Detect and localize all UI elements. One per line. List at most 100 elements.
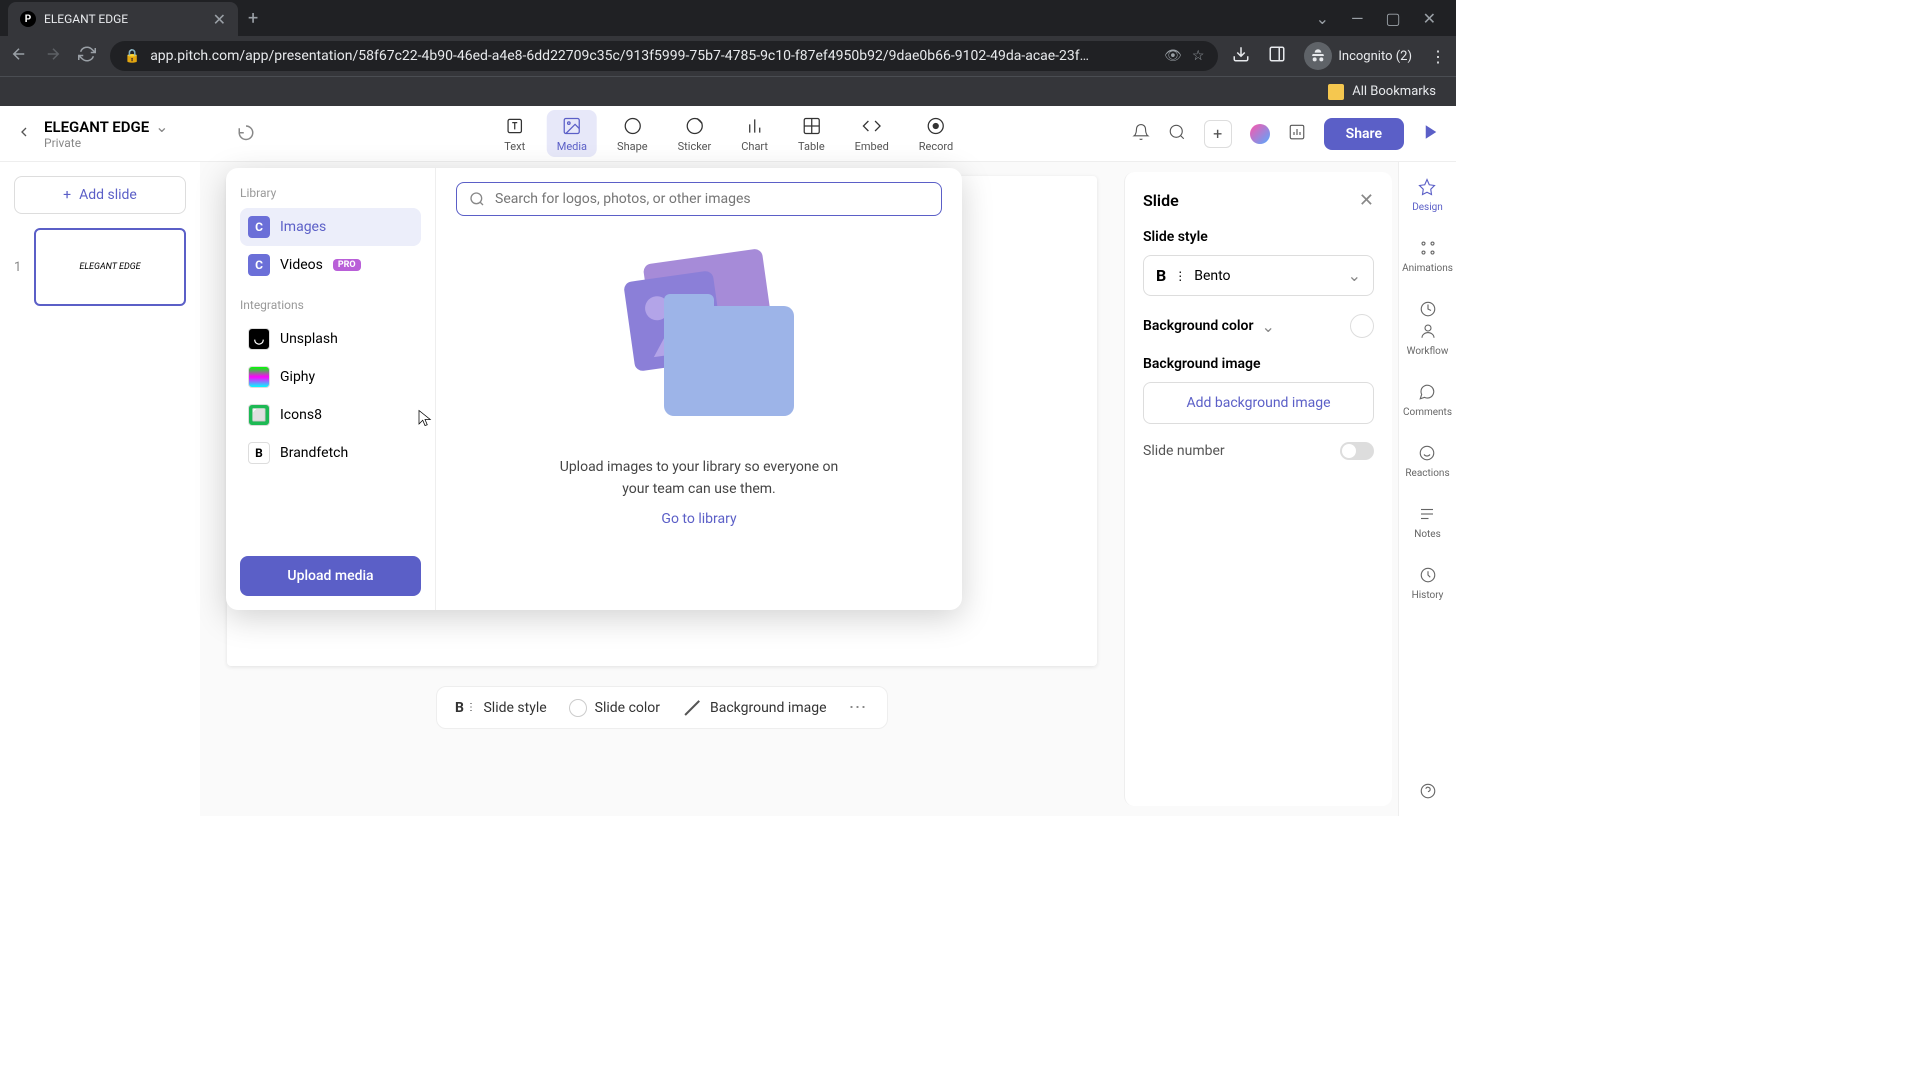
eye-off-icon[interactable]: 👁: [1164, 48, 1182, 64]
bg-color-section[interactable]: Background color ⌄: [1143, 314, 1374, 338]
bottom-slide-style[interactable]: B⋮ Slide style: [455, 698, 546, 718]
go-to-library-link[interactable]: Go to library: [661, 511, 736, 527]
window-minimize-icon[interactable]: —: [1351, 9, 1364, 28]
library-section-label: Library: [240, 186, 421, 200]
side-panel-icon[interactable]: [1268, 45, 1286, 67]
tool-sticker[interactable]: Sticker: [668, 110, 722, 157]
rail-design-label: Design: [1412, 202, 1443, 213]
document-name: ELEGANT EDGE: [44, 118, 149, 136]
bg-color-swatch[interactable]: [1350, 314, 1374, 338]
add-button[interactable]: +: [1204, 120, 1232, 148]
rail-notes[interactable]: Notes: [1414, 503, 1441, 540]
rail-design[interactable]: Design: [1412, 176, 1443, 213]
theme-color-icon[interactable]: [1250, 124, 1270, 144]
slide-number-toggle[interactable]: [1340, 442, 1374, 460]
empty-text-line2: your team can use them.: [560, 478, 839, 500]
line-icon: [684, 700, 699, 715]
rail-reactions[interactable]: Reactions: [1405, 442, 1449, 479]
rail-workflow[interactable]: Workflow: [1407, 298, 1449, 357]
all-bookmarks-button[interactable]: All Bookmarks: [1352, 84, 1436, 99]
bell-icon[interactable]: [1132, 123, 1150, 145]
media-sidebar: Library C Images C Videos PRO Integratio…: [226, 168, 436, 610]
rail-history[interactable]: History: [1412, 564, 1444, 601]
library-videos[interactable]: C Videos PRO: [240, 246, 421, 284]
analytics-icon[interactable]: [1288, 123, 1306, 145]
url-input[interactable]: 🔒 app.pitch.com/app/presentation/58f67c2…: [110, 41, 1218, 71]
upload-media-button[interactable]: Upload media: [240, 556, 421, 596]
tool-table-label: Table: [798, 140, 825, 153]
tool-embed[interactable]: Embed: [845, 110, 899, 157]
browser-tab[interactable]: P ELEGANT EDGE ✕: [8, 2, 238, 36]
integration-brandfetch[interactable]: B Brandfetch: [240, 434, 421, 472]
media-search-input[interactable]: [495, 191, 929, 207]
image-icon: [560, 114, 584, 138]
tool-shape[interactable]: Shape: [607, 110, 658, 157]
integration-unsplash[interactable]: ◡ Unsplash: [240, 320, 421, 358]
tool-shape-label: Shape: [617, 140, 648, 153]
search-icon[interactable]: [1168, 123, 1186, 145]
rail-comments[interactable]: Comments: [1403, 381, 1452, 418]
add-bg-image-button[interactable]: Add background image: [1143, 382, 1374, 424]
brandfetch-icon: B: [248, 442, 270, 464]
giphy-icon: [248, 366, 270, 388]
style-dots-icon: ⋮: [1174, 269, 1186, 283]
url-text: app.pitch.com/app/presentation/58f67c22-…: [150, 48, 1154, 64]
download-icon[interactable]: [1232, 45, 1250, 67]
slide-thumbnail[interactable]: ELEGANT EDGE: [34, 228, 186, 306]
tab-favicon: P: [20, 11, 36, 27]
bottom-slide-color[interactable]: Slide color: [569, 699, 660, 717]
nav-reload-icon[interactable]: [78, 45, 96, 67]
app-back-button[interactable]: [16, 124, 32, 144]
images-icon: C: [248, 216, 270, 238]
tab-search-icon[interactable]: ⌄: [1316, 9, 1329, 28]
tool-sticker-label: Sticker: [678, 140, 712, 153]
record-icon: [924, 114, 948, 138]
rail-animations[interactable]: Animations: [1402, 237, 1453, 274]
tool-record[interactable]: Record: [909, 110, 963, 157]
browser-menu-icon[interactable]: ⋮: [1430, 47, 1446, 66]
rail-animations-label: Animations: [1402, 263, 1453, 274]
new-tab-button[interactable]: +: [248, 8, 258, 29]
library-images[interactable]: C Images: [240, 208, 421, 246]
right-rail: Design Animations Workflow Comments Reac…: [1398, 162, 1456, 816]
undo-button[interactable]: [237, 123, 255, 145]
tab-close-icon[interactable]: ✕: [213, 10, 226, 29]
design-icon: [1416, 176, 1438, 198]
tool-table[interactable]: Table: [788, 110, 835, 157]
tool-embed-label: Embed: [855, 140, 889, 153]
bold-b-icon: B: [455, 700, 464, 716]
bottom-more[interactable]: ⋯: [849, 697, 869, 718]
share-button[interactable]: Share: [1324, 118, 1404, 150]
videos-icon: C: [248, 254, 270, 276]
incognito-indicator[interactable]: Incognito (2): [1304, 42, 1412, 70]
tool-media[interactable]: Media: [547, 110, 597, 157]
bottom-bg-image[interactable]: Background image: [682, 698, 826, 718]
integration-icons8[interactable]: ⬜ Icons8: [240, 396, 421, 434]
window-close-icon[interactable]: ✕: [1423, 9, 1436, 28]
media-search[interactable]: [456, 182, 942, 216]
slide-number: 1: [14, 260, 26, 275]
bookmark-bar: All Bookmarks: [0, 76, 1456, 106]
bg-image-label: Background image: [1143, 356, 1374, 372]
bottom-slide-style-label: Slide style: [483, 700, 546, 716]
slide-style-select[interactable]: B ⋮ Bento ⌄: [1143, 255, 1374, 296]
bookmark-folder-icon: [1328, 84, 1344, 100]
integration-giphy[interactable]: Giphy: [240, 358, 421, 396]
nav-forward-icon[interactable]: [44, 45, 62, 67]
window-maximize-icon[interactable]: ▢: [1385, 9, 1400, 28]
document-title[interactable]: ELEGANT EDGE ⌄ Private: [44, 117, 169, 150]
address-bar: 🔒 app.pitch.com/app/presentation/58f67c2…: [0, 36, 1456, 76]
shape-icon: [620, 114, 644, 138]
bookmark-star-icon[interactable]: ☆: [1192, 48, 1205, 64]
inspector-close-button[interactable]: ✕: [1359, 190, 1374, 211]
rail-help[interactable]: [1417, 780, 1439, 802]
bg-image-section: Background image Add background image: [1143, 356, 1374, 424]
tool-chart[interactable]: Chart: [731, 110, 778, 157]
embed-icon: [860, 114, 884, 138]
add-slide-button[interactable]: + Add slide: [14, 176, 186, 214]
play-button[interactable]: [1422, 123, 1440, 145]
empty-library-illustration: [599, 256, 799, 426]
window-controls: ⌄ — ▢ ✕: [1316, 9, 1448, 28]
nav-back-icon[interactable]: [10, 45, 28, 67]
tool-text[interactable]: Text: [493, 110, 537, 157]
